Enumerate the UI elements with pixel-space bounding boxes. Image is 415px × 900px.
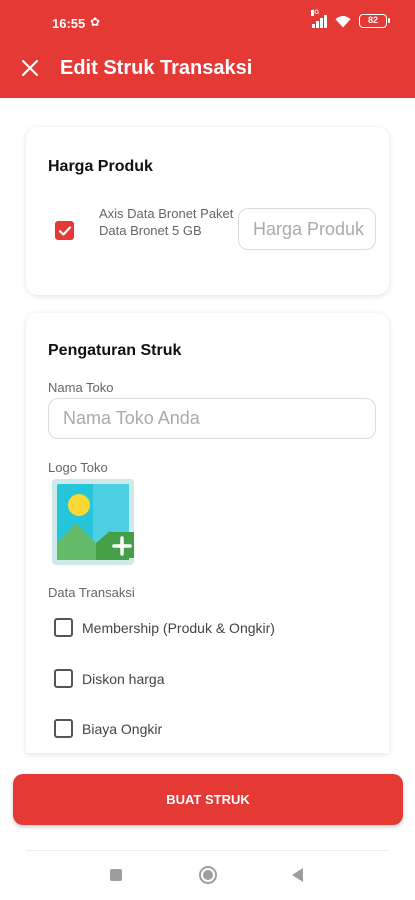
logo-upload-button[interactable] [52, 479, 135, 565]
nama-toko-label: Nama Toko [48, 380, 114, 395]
close-button[interactable] [18, 56, 42, 80]
signal-icon: 4G [311, 10, 327, 28]
battery-icon: 82 [359, 14, 390, 28]
product-checkbox[interactable] [55, 221, 74, 240]
status-time: 16:55 [52, 16, 86, 31]
divider [26, 850, 389, 851]
harga-produk-placeholder: Harga Produk [253, 218, 365, 239]
diskon-harga-checkbox[interactable] [54, 669, 73, 688]
app-bar: 16:55 ✿ 4G 82 Edit Struk Transaksi [0, 0, 415, 98]
gear-icon: ✿ [90, 15, 101, 29]
check-icon [58, 226, 72, 236]
pengaturan-struk-title: Pengaturan Struk [48, 342, 182, 359]
circle-icon[interactable] [199, 866, 217, 884]
harga-produk-title: Harga Produk [48, 158, 153, 175]
battery-level: 82 [367, 15, 378, 25]
add-image-icon [57, 484, 135, 560]
harga-produk-card: Harga Produk Axis Data Bronet Paket Data… [26, 127, 389, 295]
biaya-ongkir-checkbox[interactable] [54, 719, 73, 738]
status-right: 4G 82 [311, 10, 390, 28]
triangle-back-icon[interactable] [292, 868, 303, 882]
buat-struk-button[interactable]: BUAT STRUK [13, 774, 403, 825]
nama-toko-input[interactable]: Nama Toko Anda [48, 398, 376, 439]
pengaturan-struk-card: Pengaturan Struk Nama Toko Nama Toko And… [26, 313, 389, 753]
diskon-harga-option-label[interactable]: Diskon harga [82, 671, 165, 687]
status-bar: 16:55 ✿ 4G 82 [0, 0, 415, 48]
biaya-ongkir-option-label[interactable]: Biaya Ongkir [82, 721, 162, 737]
close-icon [21, 59, 39, 77]
wifi-icon [335, 15, 351, 27]
nama-toko-placeholder: Nama Toko Anda [63, 408, 200, 428]
membership-option-label[interactable]: Membership (Produk & Ongkir) [82, 620, 275, 636]
data-transaksi-label: Data Transaksi [48, 585, 135, 600]
signal-badge: 4G [311, 10, 320, 16]
logo-toko-label: Logo Toko [48, 460, 108, 475]
page-title: Edit Struk Transaksi [60, 57, 253, 79]
square-icon[interactable] [110, 869, 122, 881]
membership-checkbox[interactable] [54, 618, 73, 637]
product-name: Axis Data Bronet Paket Data Bronet 5 GB [99, 206, 234, 238]
harga-produk-input[interactable]: Harga Produk [238, 208, 376, 250]
